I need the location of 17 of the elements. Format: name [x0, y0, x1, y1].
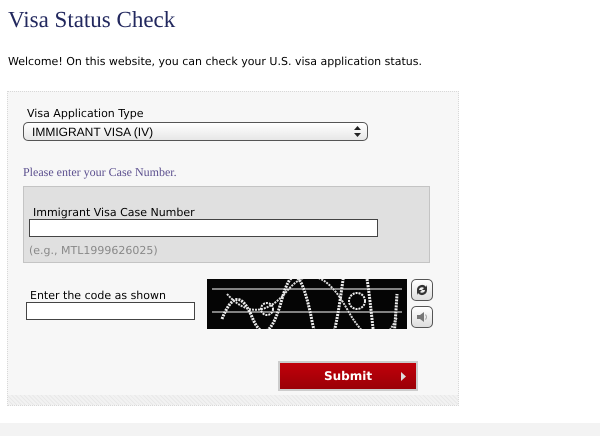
prompt-text: Please enter your Case Number. [23, 164, 178, 181]
intro-text: Welcome! On this website, you can check your U.S. visa application status. [8, 54, 423, 70]
hint-text: (e.g., MTL1999626025) [29, 243, 159, 259]
field-label: Immigrant Visa Case Number [33, 206, 196, 219]
stepper-icon [354, 126, 361, 137]
audio-button[interactable] [411, 306, 433, 328]
speaker-icon [415, 310, 429, 324]
page-title: Visa Status Check [8, 6, 176, 34]
visa-type-select[interactable]: IMMIGRANT VISA (IV) [23, 122, 368, 141]
refresh-button[interactable] [411, 279, 433, 301]
code-field[interactable] [26, 302, 195, 320]
field-label: Enter the code as shown [30, 289, 167, 302]
field-label: Visa Application Type [27, 106, 144, 120]
case-number-field[interactable] [29, 219, 378, 237]
submit-button[interactable]: Submit [278, 361, 418, 391]
caret-icon [401, 372, 406, 380]
refresh-icon [415, 283, 429, 297]
